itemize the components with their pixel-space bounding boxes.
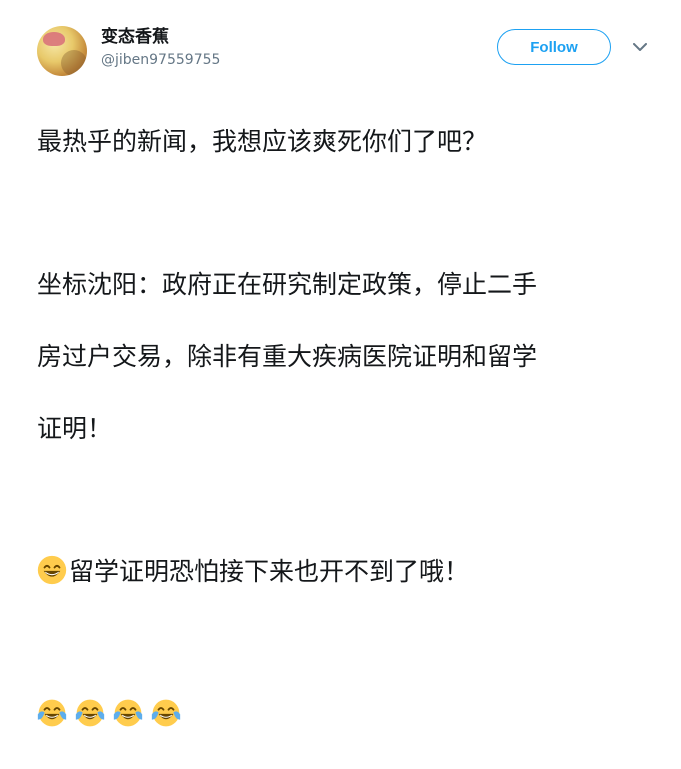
avatar[interactable] (37, 26, 87, 76)
face-with-tears-of-joy-icon (37, 699, 67, 727)
grinning-face-icon (37, 555, 67, 585)
chevron-down-icon[interactable] (631, 38, 649, 56)
avatar-shade (61, 50, 87, 76)
tweet-line-text: 留学证明恐怕接下来也开不到了哦！ (69, 557, 470, 586)
tweet-line: 最热乎的新闻，我想应该爽死你们了吧？ (37, 127, 488, 156)
avatar-detail (43, 32, 65, 46)
tweet-line: 坐标沈阳：政府正在研究制定政策，停止二手 (37, 270, 538, 299)
tweet-card: 变态香蕉 @jiben97559755 Follow 最热乎的新闻，我想应该爽死… (0, 0, 681, 727)
display-name[interactable]: 变态香蕉 (101, 26, 169, 48)
face-with-tears-of-joy-icon (75, 699, 105, 727)
tweet-line: 证明！ (37, 414, 113, 443)
face-with-tears-of-joy-icon (113, 699, 143, 727)
tweet-line: 房过户交易，除非有重大疾病医院证明和留学 (37, 342, 538, 371)
face-with-tears-of-joy-icon (151, 699, 181, 727)
user-handle[interactable]: @jiben97559755 (101, 50, 220, 70)
follow-button[interactable]: Follow (497, 29, 611, 65)
emoji-row (37, 697, 657, 733)
tweet-line-with-emoji: 留学证明恐怕接下来也开不到了哦！ (37, 554, 657, 590)
tweet-text: 最热乎的新闻，我想应该爽死你们了吧？ 坐标沈阳：政府正在研究制定政策，停止二手 … (37, 88, 657, 769)
